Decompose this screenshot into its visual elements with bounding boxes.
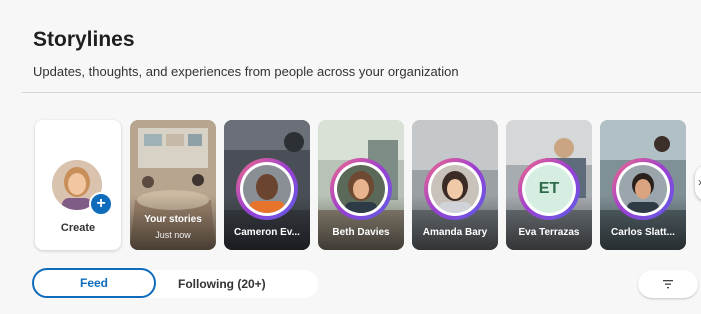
avatar [431, 165, 479, 213]
story-card[interactable]: Cameron Ev... [224, 120, 310, 250]
story-card[interactable]: Carlos Slatt... [600, 120, 686, 250]
your-stories-title: Your stories [144, 214, 202, 225]
your-stories-card[interactable]: Your stories Just now [130, 120, 216, 250]
avatar [243, 165, 291, 213]
avatar-initials: ET [525, 165, 573, 213]
ring-inner [428, 162, 482, 216]
ring-inner [240, 162, 294, 216]
avatar [619, 165, 667, 213]
story-ring: ET [518, 158, 580, 220]
story-ring [612, 158, 674, 220]
ring-inner: ET [522, 162, 576, 216]
page-title: Storylines [33, 28, 135, 51]
story-author-name: Cameron Ev... [234, 227, 300, 238]
story-ring [236, 158, 298, 220]
story-card[interactable]: Beth Davies [318, 120, 404, 250]
story-card[interactable]: ET Eva Terrazas [506, 120, 592, 250]
ring-inner [334, 162, 388, 216]
story-author-name: Beth Davies [332, 227, 390, 238]
create-story-card[interactable]: + Create [35, 120, 121, 250]
story-ring [330, 158, 392, 220]
tab-feed[interactable]: Feed [32, 268, 156, 298]
story-card[interactable]: Amanda Bary [412, 120, 498, 250]
avatar: ET [525, 165, 573, 213]
story-ring [424, 158, 486, 220]
stories-carousel: + Create Your stories Just now Cameron E… [35, 120, 701, 250]
page-subtitle: Updates, thoughts, and experiences from … [33, 64, 459, 79]
ring-inner [616, 162, 670, 216]
create-label: Create [60, 222, 96, 234]
filter-button[interactable] [638, 270, 698, 298]
filter-icon [663, 280, 673, 289]
story-author-name: Amanda Bary [422, 227, 488, 238]
divider [22, 92, 701, 93]
story-author-name: Carlos Slatt... [611, 227, 675, 238]
avatar [337, 165, 385, 213]
storylines-panel: Storylines Updates, thoughts, and experi… [0, 0, 701, 314]
tab-following[interactable]: Following (20+) [150, 270, 318, 298]
your-stories-time: Just now [155, 230, 191, 240]
plus-icon: + [89, 192, 113, 216]
story-author-name: Eva Terrazas [518, 227, 580, 238]
